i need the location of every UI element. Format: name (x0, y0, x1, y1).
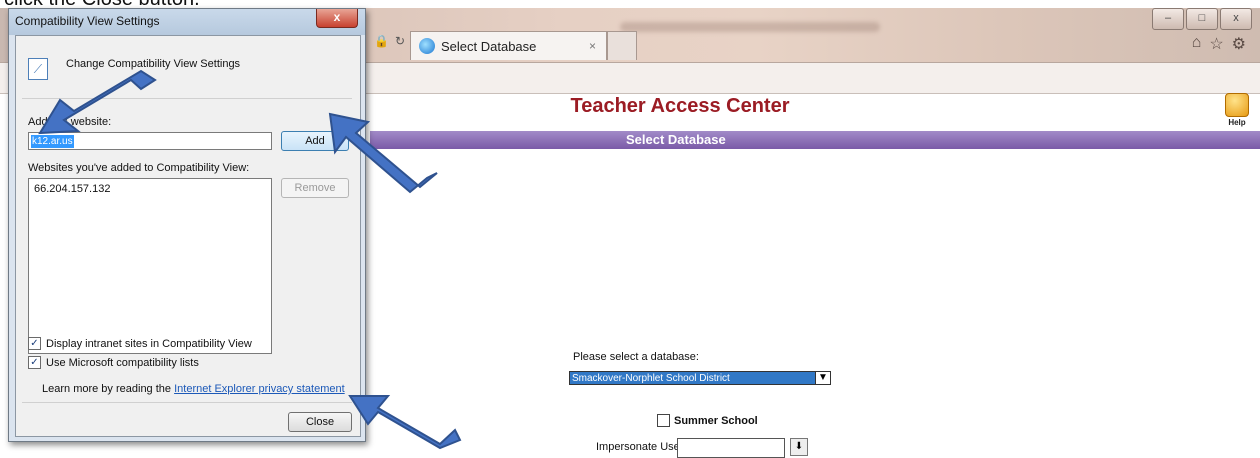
compatibility-view-dialog: Compatibility View Settings x ⟋ Change C… (8, 8, 366, 442)
impersonate-input[interactable] (677, 438, 785, 458)
dialog-titlebar: Compatibility View Settings x (9, 9, 365, 35)
gear-icon[interactable]: ⚙ (1232, 34, 1246, 54)
database-selected-value: Smackover-Norphlet School District (572, 373, 730, 384)
summer-school-option[interactable]: Summer School (657, 414, 758, 427)
page-title: Teacher Access Center (570, 95, 790, 117)
database-label: Please select a database: (573, 351, 699, 363)
intranet-label: Display intranet sites in Compatibility … (46, 337, 252, 350)
close-button[interactable]: Close (288, 412, 352, 432)
summer-school-checkbox[interactable] (657, 414, 670, 427)
impersonate-label: Impersonate User: (596, 441, 687, 453)
impersonate-lookup-button[interactable]: ⬇ (790, 438, 808, 456)
dialog-title: Compatibility View Settings (15, 14, 160, 28)
help-button[interactable]: Help (1222, 93, 1252, 127)
ie-icon (419, 38, 435, 54)
address-bar-end: 🔒 ↻ (374, 34, 405, 48)
section-title: Select Database (626, 132, 726, 147)
refresh-icon[interactable]: ↻ (395, 34, 405, 48)
add-website-label: Add this website: (28, 116, 112, 128)
arrow-to-close-button (348, 395, 462, 450)
browser-toolbar-icons: ⌂ ☆ ⚙ (1192, 34, 1246, 54)
window-controls: – □ x (1152, 8, 1252, 30)
tab-close-icon[interactable]: × (589, 39, 596, 53)
minimize-button[interactable]: – (1152, 8, 1184, 30)
section-header-bar: Select Database (370, 131, 1260, 149)
lock-icon: 🔒 (374, 34, 389, 48)
database-select[interactable]: Smackover-Norphlet School District ▼ (569, 371, 831, 385)
remove-button[interactable]: Remove (281, 178, 349, 198)
summer-school-label: Summer School (674, 414, 758, 427)
dialog-header-text: Change Compatibility View Settings (66, 58, 241, 70)
new-tab-button[interactable] (607, 31, 637, 60)
ms-lists-checkbox[interactable]: ✓ (28, 356, 41, 369)
website-input-value: k12.ar.us (31, 135, 74, 148)
privacy-statement-link[interactable]: Internet Explorer privacy statement (174, 383, 345, 395)
add-button[interactable]: Add (281, 131, 349, 151)
compatibility-icon: ⟋ (28, 58, 48, 80)
intranet-checkbox[interactable]: ✓ (28, 337, 41, 350)
ms-lists-option[interactable]: ✓ Use Microsoft compatibility lists (28, 356, 199, 369)
dialog-close-x-button[interactable]: x (316, 9, 358, 28)
intranet-option[interactable]: ✓ Display intranet sites in Compatibilit… (28, 337, 252, 350)
tab-select-database[interactable]: Select Database × (410, 31, 607, 60)
window-title-blurred (620, 22, 880, 32)
maximize-button[interactable]: □ (1186, 8, 1218, 30)
close-window-button[interactable]: x (1220, 8, 1252, 30)
divider (22, 98, 352, 99)
tab-label: Select Database (441, 38, 537, 54)
star-icon[interactable]: ☆ (1209, 34, 1223, 54)
home-icon[interactable]: ⌂ (1192, 34, 1202, 54)
chevron-down-icon[interactable]: ▼ (815, 372, 830, 384)
learn-more-text: Learn more by reading the Internet Explo… (42, 383, 345, 395)
dialog-body: ⟋ Change Compatibility View Settings Add… (15, 35, 361, 437)
divider (22, 402, 352, 403)
websites-list[interactable]: 66.204.157.132 (28, 178, 272, 354)
ms-lists-label: Use Microsoft compatibility lists (46, 356, 199, 369)
help-icon (1225, 93, 1249, 117)
website-input[interactable]: k12.ar.us (28, 132, 272, 150)
learn-more-prefix: Learn more by reading the (42, 383, 175, 395)
list-item[interactable]: 66.204.157.132 (34, 183, 110, 195)
websites-list-label: Websites you've added to Compatibility V… (28, 162, 250, 174)
help-label: Help (1228, 118, 1246, 127)
